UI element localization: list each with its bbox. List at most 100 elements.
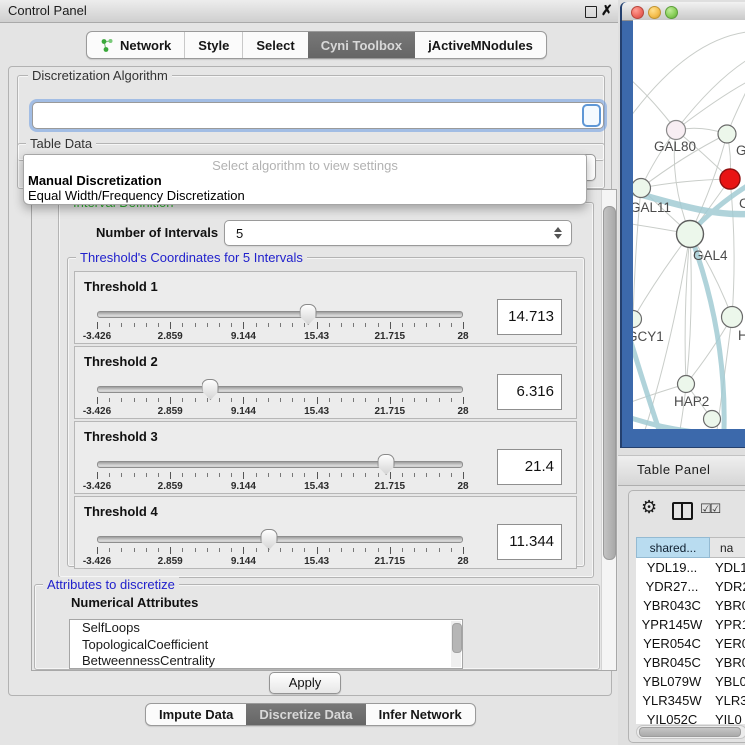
tick-mark — [304, 473, 305, 477]
cell-shared-name[interactable]: YPR145W — [636, 615, 708, 634]
control-panel-titlebar: Control Panel ✗ — [0, 0, 618, 23]
popup-hint: Select algorithm to view settings — [24, 158, 586, 173]
table-row[interactable]: YIL052CYIL0 — [636, 710, 745, 724]
combo-stepper-icon[interactable] — [582, 104, 601, 127]
settings-scrollbar[interactable] — [601, 190, 616, 670]
float-window-icon[interactable] — [585, 6, 597, 18]
table-row[interactable]: YBR045CYBR0 — [636, 653, 745, 672]
cell-shared-name[interactable]: YDL19... — [636, 558, 708, 577]
split-columns-icon[interactable] — [672, 502, 693, 520]
tick-mark — [182, 323, 183, 327]
cell-shared-name[interactable]: YER054C — [636, 634, 708, 653]
network-node-bottom[interactable] — [704, 411, 721, 428]
close-traffic-light[interactable] — [631, 6, 644, 19]
attribute-list-item[interactable]: TopologicalCoefficient — [70, 637, 462, 654]
cell-name[interactable]: YDR2 — [708, 577, 745, 596]
tab-impute-data[interactable]: Impute Data — [146, 704, 246, 725]
tab-infer-network[interactable]: Infer Network — [366, 704, 475, 725]
cell-shared-name[interactable]: YDR27... — [636, 577, 708, 596]
table-row[interactable]: YBL079WYBL0 — [636, 672, 745, 691]
attribute-list-item[interactable]: SelfLoops — [70, 620, 462, 637]
attribute-list-item[interactable]: BetweennessCentrality — [70, 653, 462, 669]
tab-cyni-toolbox[interactable]: Cyni Toolbox — [308, 32, 415, 58]
popup-option-equal-width[interactable]: Equal Width/Frequency Discretization — [28, 188, 245, 203]
cell-name[interactable]: YPR1 — [708, 615, 745, 634]
cell-shared-name[interactable]: YBR043C — [636, 596, 708, 615]
table-row[interactable]: YBR043CYBR0 — [636, 596, 745, 615]
cell-name[interactable]: YBR0 — [708, 653, 745, 672]
slider-track[interactable] — [97, 536, 463, 543]
table-row[interactable]: YDL19...YDL1 — [636, 558, 745, 577]
cell-shared-name[interactable]: YLR345W — [636, 691, 708, 710]
popup-option-manual-discretization[interactable]: Manual Discretization — [28, 173, 162, 188]
table-hscrollbar[interactable] — [636, 725, 745, 739]
slider-track[interactable] — [97, 461, 463, 468]
network-node-gal11[interactable] — [633, 179, 651, 198]
algorithm-combobox[interactable] — [32, 102, 604, 129]
threshold-1-panel: Threshold 1 -3.4262.8599.14415.4321.7152… — [74, 271, 577, 344]
cell-name[interactable]: YER0 — [708, 634, 745, 653]
slider-track[interactable] — [97, 311, 463, 318]
tick-mark — [463, 472, 464, 479]
tick-label: 21.715 — [375, 556, 406, 567]
tick-mark — [97, 397, 98, 404]
tick-mark — [390, 322, 391, 329]
table-row[interactable]: YPR145WYPR1 — [636, 615, 745, 634]
table-row[interactable]: YER054CYER0 — [636, 634, 745, 653]
slider-track[interactable] — [97, 386, 463, 393]
cell-name[interactable]: YLR3 — [708, 691, 745, 710]
scrollbar-thumb[interactable] — [452, 623, 462, 653]
tab-jactivemnodules[interactable]: jActiveMNodules — [415, 32, 546, 58]
scrollbar-thumb[interactable] — [603, 206, 616, 560]
table-panel-titlebar: Table Panel — [618, 455, 745, 486]
tick-label: 9.144 — [231, 556, 256, 567]
tab-network[interactable]: Network — [87, 32, 184, 58]
tick-label: 21.715 — [375, 481, 406, 492]
threshold-value-field[interactable]: 21.4 — [497, 449, 562, 485]
network-node-h[interactable] — [722, 307, 743, 328]
zoom-traffic-light[interactable] — [665, 6, 678, 19]
gear-icon[interactable]: ⚙ — [641, 497, 657, 518]
tab-label: Infer Network — [379, 707, 462, 722]
threshold-value-field[interactable]: 6.316 — [497, 374, 562, 410]
tab-label: Discretize Data — [259, 707, 352, 722]
apply-button[interactable]: Apply — [269, 672, 341, 694]
network-node-red[interactable] — [720, 169, 740, 189]
threshold-value-field[interactable]: 14.713 — [497, 299, 562, 335]
table-row[interactable]: YLR345WYLR3 — [636, 691, 745, 710]
cell-name[interactable]: YIL0 — [708, 710, 745, 724]
network-node-gal4[interactable] — [677, 221, 704, 248]
network-node-gal80[interactable] — [667, 121, 686, 140]
tab-style[interactable]: Style — [184, 32, 242, 58]
threshold-value-field[interactable]: 11.344 — [497, 524, 562, 560]
checkbox-icons[interactable]: ☑☑ — [700, 501, 719, 517]
threshold-label: Threshold 3 — [84, 429, 158, 444]
algorithm-popup: Select algorithm to view settings Manual… — [23, 154, 587, 205]
column-header-name[interactable]: na — [710, 537, 745, 558]
network-node-g[interactable] — [718, 125, 736, 143]
tick-mark — [292, 323, 293, 327]
interval-definition-group: Interval Definition Number of Intervals … — [58, 202, 594, 578]
column-header-shared[interactable]: shared... — [636, 537, 710, 558]
network-view-window[interactable]: GAL80 G C GAL11 GAL4 GCY1 H HAP2 — [620, 2, 745, 448]
network-node-gcy1[interactable] — [633, 311, 642, 328]
scrollbar-thumb[interactable] — [639, 727, 741, 737]
num-intervals-combobox[interactable]: 5 — [224, 220, 572, 246]
table-row[interactable]: YDR27...YDR2 — [636, 577, 745, 596]
num-intervals-value: 5 — [225, 226, 553, 241]
stepper-arrows-icon[interactable] — [553, 227, 562, 239]
cell-name[interactable]: YBL0 — [708, 672, 745, 691]
close-icon[interactable]: ✗ — [601, 2, 613, 19]
cell-name[interactable]: YBR0 — [708, 596, 745, 615]
cell-shared-name[interactable]: YIL052C — [636, 710, 708, 724]
numerical-attributes-list[interactable]: SelfLoopsTopologicalCoefficientBetweenne… — [69, 619, 463, 669]
network-node-hap2[interactable] — [678, 376, 695, 393]
cell-shared-name[interactable]: YBR045C — [636, 653, 708, 672]
tab-select[interactable]: Select — [242, 32, 307, 58]
tab-discretize-data[interactable]: Discretize Data — [246, 704, 365, 725]
network-canvas[interactable]: GAL80 G C GAL11 GAL4 GCY1 H HAP2 — [633, 20, 745, 429]
list-scrollbar[interactable] — [451, 621, 461, 667]
minimize-traffic-light[interactable] — [648, 6, 661, 19]
cell-name[interactable]: YDL1 — [708, 558, 745, 577]
cell-shared-name[interactable]: YBL079W — [636, 672, 708, 691]
